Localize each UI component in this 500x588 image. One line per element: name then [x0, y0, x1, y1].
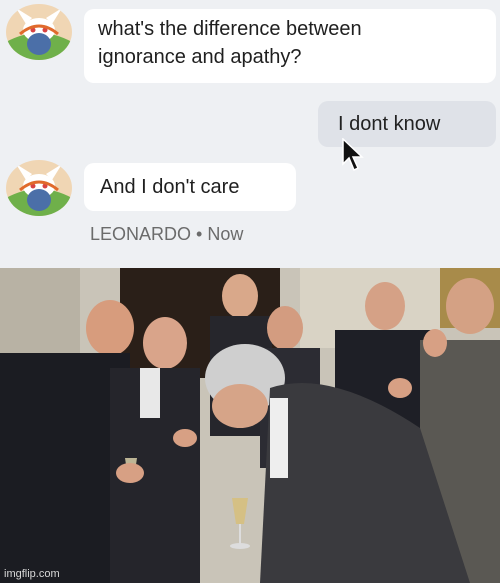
bunny-avatar-icon	[6, 4, 72, 60]
bunny-avatar-icon	[6, 160, 72, 216]
imgflip-watermark: imgflip.com	[4, 568, 60, 580]
bot-reply-message: And I don't care	[84, 163, 296, 211]
chat-panel: what's the difference between ignorance …	[0, 0, 500, 268]
message-meta: LEONARDO • Now	[90, 224, 243, 245]
mouse-pointer-icon	[342, 138, 364, 172]
laughing-men-photo	[0, 268, 500, 583]
bot-avatar[interactable]	[6, 4, 72, 60]
question-message: what's the difference between ignorance …	[84, 9, 496, 83]
message-time: Now	[207, 224, 244, 244]
meta-separator: •	[196, 224, 203, 244]
bot-avatar[interactable]	[6, 160, 72, 216]
laughing-men-meme-image: imgflip.com	[0, 268, 500, 583]
sender-name: LEONARDO	[90, 224, 192, 244]
